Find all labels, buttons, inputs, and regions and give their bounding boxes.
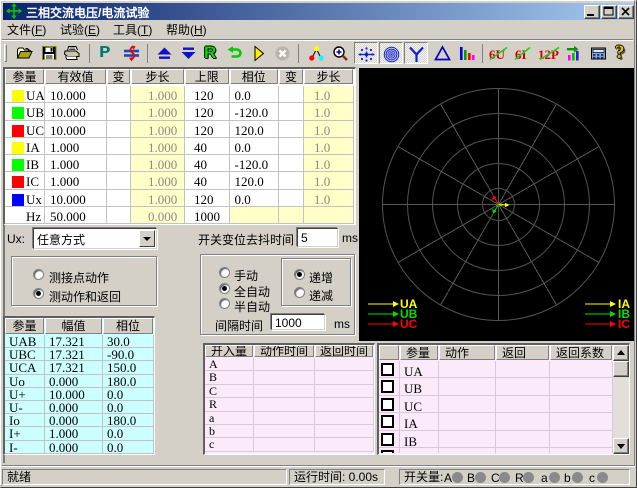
svg-text:UC: UC: [400, 317, 418, 331]
svg-text:IC: IC: [618, 317, 630, 331]
